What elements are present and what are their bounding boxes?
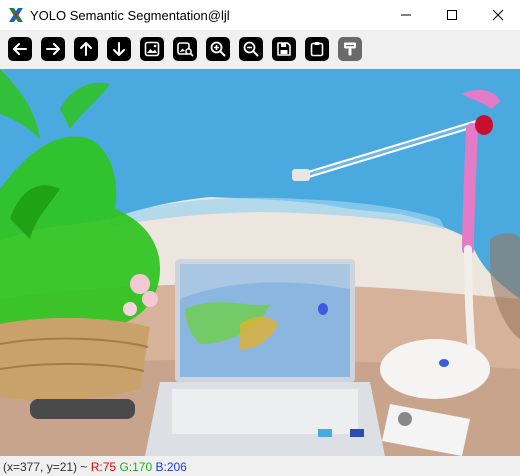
- paint-brush-icon: [344, 42, 356, 56]
- status-bar: (x=377, y=21) ~ R:75 G:170 B:206: [0, 456, 520, 476]
- next-image-button[interactable]: [41, 37, 65, 61]
- zoom-out-icon: [243, 41, 259, 57]
- paint-button[interactable]: [338, 37, 362, 61]
- maximize-button[interactable]: [429, 0, 475, 30]
- minimize-icon: [401, 14, 411, 16]
- arrow-left-icon: [13, 43, 27, 55]
- copy-button[interactable]: [305, 37, 329, 61]
- window-title: YOLO Semantic Segmentation@ljl: [30, 8, 230, 23]
- close-icon: [492, 9, 504, 21]
- zoom-in-icon: [210, 41, 226, 57]
- minimize-button[interactable]: [383, 0, 429, 30]
- blue-value: B:206: [155, 460, 187, 474]
- close-button[interactable]: [475, 0, 520, 30]
- move-down-button[interactable]: [107, 37, 131, 61]
- image-canvas[interactable]: [0, 69, 520, 456]
- pixel-readout: (x=377, y=21) ~ R:75 G:170 B:206: [3, 460, 187, 474]
- segmentation-image: [0, 69, 520, 456]
- segment-image-button[interactable]: [173, 37, 197, 61]
- zoom-out-button[interactable]: [239, 37, 263, 61]
- clipboard-icon: [310, 42, 324, 57]
- title-bar: YOLO Semantic Segmentation@ljl: [0, 0, 520, 30]
- image-icon: [144, 41, 160, 57]
- cursor-coords: (x=377, y=21) ~: [3, 460, 88, 474]
- image-search-icon: [177, 42, 194, 57]
- previous-image-button[interactable]: [8, 37, 32, 61]
- red-value: R:75: [90, 460, 117, 474]
- green-value: G:170: [119, 460, 153, 474]
- arrow-right-icon: [46, 43, 60, 55]
- save-button[interactable]: [272, 37, 296, 61]
- open-image-button[interactable]: [140, 37, 164, 61]
- maximize-icon: [447, 10, 457, 20]
- move-up-button[interactable]: [74, 37, 98, 61]
- arrow-down-icon: [113, 42, 125, 56]
- arrow-up-icon: [80, 42, 92, 56]
- zoom-in-button[interactable]: [206, 37, 230, 61]
- app-logo-icon: [9, 8, 23, 22]
- save-icon: [277, 42, 291, 56]
